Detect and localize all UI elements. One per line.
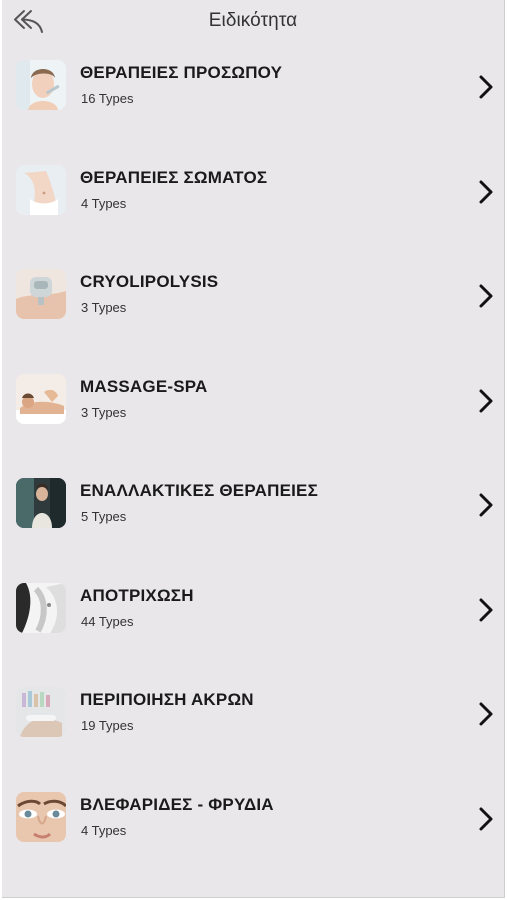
list-item[interactable]: ΒΛΕΦΑΡΙΔΕΣ - ΦΡΥΔΙΑ 4 Types <box>2 772 504 877</box>
chevron-right-icon <box>478 179 494 205</box>
item-count: 3 Types <box>81 404 127 420</box>
chevron-right-icon <box>478 597 494 623</box>
list-item[interactable]: ΑΠΟΤΡΙΧΩΣΗ 44 Types <box>2 563 504 668</box>
chevron-right-icon <box>478 283 494 309</box>
chevron-right-icon <box>478 74 494 100</box>
list-item[interactable]: MASSAGE-SPA 3 Types <box>2 354 504 459</box>
massage-spa-thumbnail <box>16 373 66 424</box>
list-item[interactable]: ΘΕΡΑΠΕΙΕΣ ΠΡΟΣΩΠΟΥ 16 Types <box>2 40 504 145</box>
list-item[interactable]: ΕΝΑΛΛΑΚΤΙΚΕΣ ΘΕΡΑΠΕΙΕΣ 5 Types <box>2 458 504 563</box>
item-count: 4 Types <box>81 822 127 838</box>
list-item[interactable]: CRYOLIPOLYSIS 3 Types <box>2 249 504 354</box>
body-treatment-thumbnail <box>16 164 66 215</box>
nail-care-thumbnail <box>16 687 66 737</box>
chevron-right-icon <box>478 806 494 832</box>
item-count: 4 Types <box>81 195 127 211</box>
item-title: ΠΕΡΙΠΟΙΗΣΗ ΑΚΡΩΝ <box>80 690 254 709</box>
cryolipolysis-thumbnail <box>16 269 66 319</box>
item-title: ΘΕΡΑΠΕΙΕΣ ΠΡΟΣΩΠΟΥ <box>80 63 283 82</box>
item-title: ΘΕΡΑΠΕΙΕΣ ΣΩΜΑΤΟΣ <box>80 167 268 187</box>
chevron-right-icon <box>478 701 494 727</box>
list-item[interactable]: ΠΕΡΙΠΟΙΗΣΗ ΑΚΡΩΝ 19 Types <box>2 667 504 772</box>
hair-removal-thumbnail <box>16 582 66 633</box>
item-title: ΕΝΑΛΛΑΚΤΙΚΕΣ ΘΕΡΑΠΕΙΕΣ <box>80 481 318 500</box>
list-item[interactable]: ΘΕΡΑΠΕΙΕΣ ΣΩΜΑΤΟΣ 4 Types <box>2 145 504 250</box>
chevron-right-icon <box>478 492 494 518</box>
item-count: 3 Types <box>81 300 127 315</box>
alternative-therapies-thumbnail <box>16 478 66 528</box>
item-count: 5 Types <box>81 509 127 524</box>
item-count: 44 Types <box>81 613 134 629</box>
item-title: ΒΛΕΦΑΡΙΔΕΣ - ΦΡΥΔΙΑ <box>80 794 274 814</box>
face-treatment-thumbnail <box>16 60 66 110</box>
item-title: MASSAGE-SPA <box>80 376 208 396</box>
specialty-screen: Ειδικότητα ΘΕΡΑΠΕΙΕΣ ΠΡΟΣΩΠΟΥ 16 Types Θ… <box>2 0 505 898</box>
specialty-list: ΘΕΡΑΠΕΙΕΣ ΠΡΟΣΩΠΟΥ 16 Types ΘΕΡΑΠΕΙΕΣ ΣΩ… <box>2 40 504 876</box>
header: Ειδικότητα <box>2 0 504 44</box>
item-title: ΑΠΟΤΡΙΧΩΣΗ <box>80 585 194 605</box>
chevron-right-icon <box>478 388 494 414</box>
item-count: 19 Types <box>81 718 134 733</box>
item-title: CRYOLIPOLYSIS <box>80 272 219 291</box>
item-count: 16 Types <box>81 91 134 106</box>
lashes-brows-thumbnail <box>16 791 66 842</box>
page-title: Ειδικότητα <box>208 10 298 31</box>
